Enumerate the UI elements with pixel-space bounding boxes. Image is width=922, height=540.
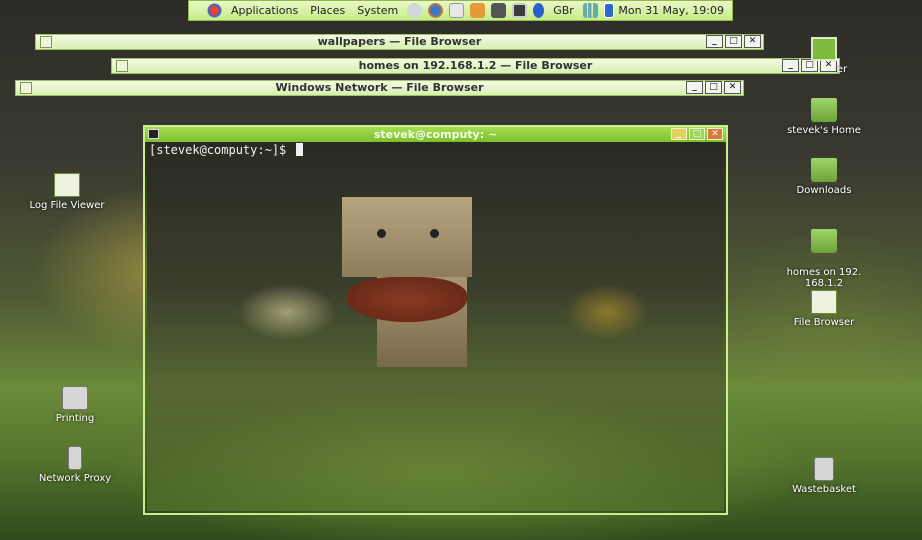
close-button[interactable]: ✕ [707,128,723,140]
window-menu-icon[interactable] [40,36,52,48]
desktop-icon-downloads[interactable]: Downloads [776,158,872,196]
terminal-body[interactable]: [stevek@computy:~]$ [147,142,724,511]
window-title: wallpapers — File Browser [317,35,482,48]
window-title: Windows Network — File Browser [275,81,484,94]
terminal-icon[interactable] [148,129,159,139]
terminal-titlebar[interactable]: stevek@computy: ~ _ □ ✕ [145,127,726,142]
desktop-icon-label: homes on 192. 168.1.2 [786,267,862,289]
desktop-icon-label: Wastebasket [792,484,856,495]
mail-icon[interactable] [449,3,465,18]
signal-icon[interactable] [582,3,598,18]
firefox-icon[interactable] [428,3,444,18]
close-button[interactable]: ✕ [744,35,761,48]
home-folder-icon [811,98,837,122]
desktop-icon-home[interactable]: stevek's Home [776,98,872,136]
danbo-eye-right [430,229,439,238]
top-panel: Applications Places System GBr Mon 31 Ma… [188,0,733,21]
network-icon[interactable] [407,3,423,18]
network-folder-icon [811,229,837,253]
terminal-icon[interactable] [491,3,507,18]
danbo-bow [347,277,467,322]
maximize-button[interactable]: □ [689,128,705,140]
terminal-title: stevek@computy: ~ [373,128,498,141]
desktop-icon-label: Network Proxy [38,473,112,484]
window-menu-icon[interactable] [20,82,32,94]
desktop-icon-wastebasket[interactable]: Wastebasket [776,457,872,495]
desktop-icon-label: Log File Viewer [29,200,105,211]
folder-icon [811,158,837,182]
clock[interactable]: Mon 31 May, 19:09 [618,4,732,17]
window-wallpapers[interactable]: wallpapers — File Browser _ □ ✕ [35,34,764,50]
display-icon[interactable] [512,3,528,18]
window-menu-icon[interactable] [116,60,128,72]
window-windows-network[interactable]: Windows Network — File Browser _ □ ✕ [15,80,744,96]
minimize-button[interactable]: _ [686,81,703,94]
maximize-button[interactable]: □ [705,81,722,94]
desktop-icon-printing[interactable]: Printing [27,386,123,424]
desktop-icon-label: er [836,64,848,75]
text-cursor [295,143,303,156]
keyboard-layout-indicator[interactable]: GBr [547,4,580,17]
computer-icon [811,37,837,61]
file-browser-icon [811,290,837,314]
desktop-icon-file-browser[interactable]: File Browser [776,290,872,328]
window-homes[interactable]: homes on 192.168.1.2 — File Browser _ □ … [111,58,840,74]
desktop-icon-label: File Browser [793,317,855,328]
desktop-icon-log-file-viewer[interactable]: Log File Viewer [19,173,115,211]
network-proxy-icon [68,446,82,470]
maximize-button[interactable]: □ [725,35,742,48]
minimize-button[interactable]: _ [671,128,687,140]
window-title: homes on 192.168.1.2 — File Browser [358,59,593,72]
log-viewer-icon [54,173,80,197]
printer-icon [62,386,88,410]
minimize-button[interactable]: _ [706,35,723,48]
terminal-window[interactable]: stevek@computy: ~ _ □ ✕ [stevek@computy:… [143,125,728,515]
prompt-text: [stevek@computy:~]$ [149,143,287,157]
terminal-prompt[interactable]: [stevek@computy:~]$ [149,143,303,157]
gnome-foot-icon[interactable] [207,3,222,18]
danbo-head [342,197,472,277]
desktop-icon-network-proxy[interactable]: Network Proxy [27,446,123,484]
desktop-icon-homes-network[interactable]: homes on 192. 168.1.2 [776,218,872,289]
applications-menu[interactable]: Applications [225,4,304,17]
system-menu[interactable]: System [351,4,404,17]
close-button[interactable]: ✕ [724,81,741,94]
package-icon[interactable] [470,3,486,18]
bluetooth-icon[interactable] [533,3,545,18]
desktop-icon-computer[interactable]: er [776,37,872,75]
danbo-eye-left [377,229,386,238]
desktop-icon-label: Downloads [796,185,852,196]
desktop-icon-label: Printing [55,413,95,424]
battery-icon[interactable] [603,3,614,18]
trash-icon [814,457,834,481]
desktop-icon-label: stevek's Home [787,125,861,136]
places-menu[interactable]: Places [304,4,351,17]
